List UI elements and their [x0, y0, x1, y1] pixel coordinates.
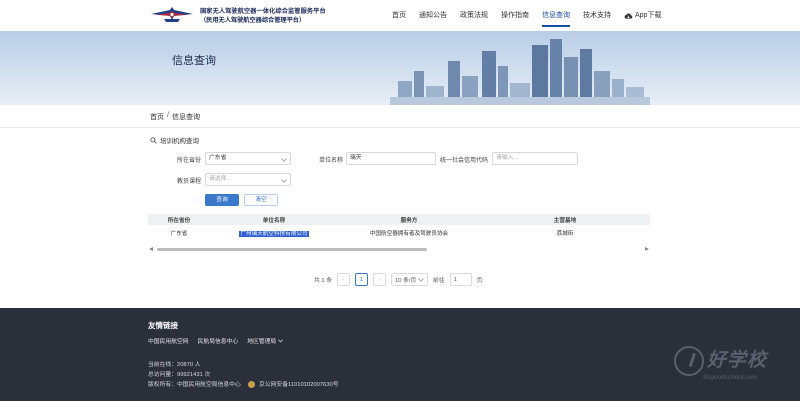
scrollbar-thumb[interactable]	[157, 248, 427, 251]
chevron-down-icon	[281, 156, 287, 162]
province-select-value: 广东省	[209, 155, 227, 161]
credit-code-label: 统一社会信用代码	[440, 158, 489, 164]
caac-logo	[151, 7, 193, 22]
course-select[interactable]: 请选择...	[205, 173, 291, 186]
brand-title: 国家无人驾驶航空器一体化综合监管服务平台 （民用无人驾驶航空器综合管理平台）	[200, 7, 326, 25]
column-header: 所在省份	[167, 217, 191, 224]
copyright-line: 版权所有：中国民用航空局信息中心 京公网安备11010102007630号	[148, 379, 339, 388]
icp-record[interactable]: 京公网安备11010102007630号	[259, 382, 339, 388]
footer-link-regional-label: 地区管理局	[247, 339, 277, 345]
breadcrumb: 首页 / 信息查询	[150, 112, 200, 122]
unit-name-input[interactable]: 璃天	[346, 152, 436, 165]
goto-page-input[interactable]: 1	[449, 273, 472, 286]
watermark-logo: 好学校 91goodschool.com	[672, 342, 787, 392]
table-cell-service: 中国航空器拥有者及驾驶员协会	[369, 231, 449, 237]
app-download-link[interactable]: App下载	[624, 0, 661, 31]
page-size-value: 10 条/页	[395, 278, 417, 284]
nav-policies[interactable]: 政策法规	[460, 0, 488, 31]
prev-page-button[interactable]: ‹	[337, 273, 351, 286]
chevron-down-icon	[281, 177, 287, 183]
watermark-icon	[674, 346, 704, 376]
breadcrumb-home[interactable]: 首页	[150, 112, 164, 122]
nav-info-query[interactable]: 信息查询	[542, 0, 570, 31]
online-count: 当前在线：20870 人	[148, 362, 201, 368]
copyright-text: 版权所有：中国民用航空局信息中心	[148, 382, 241, 388]
table-cell-unit-name[interactable]: 广州璃天航空科技有限公司	[239, 231, 309, 237]
goto-page-unit: 页	[476, 278, 483, 284]
page-size-select[interactable]: 10 条/页	[391, 273, 429, 286]
breadcrumb-separator: /	[167, 112, 169, 119]
results-table: 所在省份 单位名称 服务方 主营基地 广东省 广州璃天航空科技有限公司 中国航空…	[148, 214, 650, 241]
search-icon	[150, 136, 157, 144]
friendly-links-title: 友情链接	[148, 321, 178, 330]
main-content: 首页 / 信息查询 培训机构查询 所在省份 广东省 单位名称 璃天 统一社会信用…	[0, 105, 800, 308]
scroll-right-arrow-icon[interactable]	[645, 247, 649, 251]
visit-count: 总访问量：99921431 次	[148, 372, 211, 378]
app-download-label: App下载	[635, 12, 662, 19]
table-header-row: 所在省份 单位名称 服务方 主营基地	[148, 214, 650, 225]
column-header: 单位名称	[262, 217, 286, 224]
cloud-download-icon	[624, 13, 633, 19]
nav-home[interactable]: 首页	[392, 0, 406, 31]
footer-link-info-center[interactable]: 民航局信息中心	[198, 336, 239, 345]
table-row[interactable]: 广东省 广州璃天航空科技有限公司 中国航空器拥有者及驾驶员协会 荔城街	[148, 225, 650, 241]
next-page-button[interactable]: ›	[373, 273, 387, 286]
province-select[interactable]: 广东省	[205, 152, 291, 165]
brand-line1: 国家无人驾驶航空器一体化综合监管服务平台	[200, 8, 326, 15]
page-banner: 信息查询	[0, 31, 800, 105]
nav-support[interactable]: 技术支持	[583, 0, 611, 31]
credit-code-input[interactable]: 请输入...	[492, 152, 578, 165]
pagination: 共 1 条 ‹ 1 › 10 条/页 前往 1 页	[314, 273, 482, 286]
city-skyline-illustration	[390, 39, 650, 105]
page-number-button[interactable]: 1	[355, 273, 369, 286]
course-select-placeholder: 请选择...	[209, 176, 232, 182]
unit-name-label: 单位名称	[319, 158, 344, 164]
table-cell-province: 广东省	[170, 231, 188, 237]
main-nav: 首页 通知公告 政策法规 操作指南 信息查询 技术支持 App下载	[392, 0, 674, 31]
watermark-text: 好学校	[707, 350, 768, 371]
table-cell-base: 荔城街	[556, 231, 574, 237]
clear-button[interactable]: 清空	[244, 194, 278, 206]
nav-guide[interactable]: 操作指南	[501, 0, 529, 31]
top-header: 国家无人驾驶航空器一体化综合监管服务平台 （民用无人驾驶航空器综合管理平台） 首…	[0, 0, 800, 31]
watermark-url: 91goodschool.com	[703, 374, 758, 381]
horizontal-scrollbar[interactable]	[148, 247, 650, 252]
column-header: 主营基地	[553, 217, 577, 224]
chevron-down-icon	[278, 338, 284, 342]
breadcrumb-current: 信息查询	[171, 114, 200, 121]
friendly-links: 中国民用航空网 民航局信息中心 地区管理局	[148, 336, 284, 345]
footer-link-regional[interactable]: 地区管理局	[247, 336, 284, 345]
footer-link-caac[interactable]: 中国民用航空网	[148, 336, 189, 345]
banner-title: 信息查询	[172, 55, 216, 67]
column-header: 服务方	[400, 217, 418, 224]
goto-label: 前往	[433, 278, 445, 284]
site-footer: 友情链接 中国民用航空网 民航局信息中心 地区管理局 当前在线：20870 人 …	[0, 308, 800, 401]
course-label: 教员课程	[177, 179, 202, 185]
brand-line2: （民用无人驾驶航空器综合管理平台）	[200, 17, 306, 24]
province-label: 所在省份	[177, 158, 202, 164]
nav-notices[interactable]: 通知公告	[419, 0, 447, 31]
query-button[interactable]: 查询	[205, 194, 239, 206]
breadcrumb-divider	[0, 127, 800, 128]
pagination-total: 共 1 条	[314, 278, 333, 284]
scroll-left-arrow-icon[interactable]	[149, 247, 153, 251]
police-badge-icon	[248, 380, 256, 388]
chevron-down-icon	[418, 276, 424, 282]
section-title: 培训机构查询	[150, 135, 199, 145]
section-title-text: 培训机构查询	[160, 138, 199, 145]
